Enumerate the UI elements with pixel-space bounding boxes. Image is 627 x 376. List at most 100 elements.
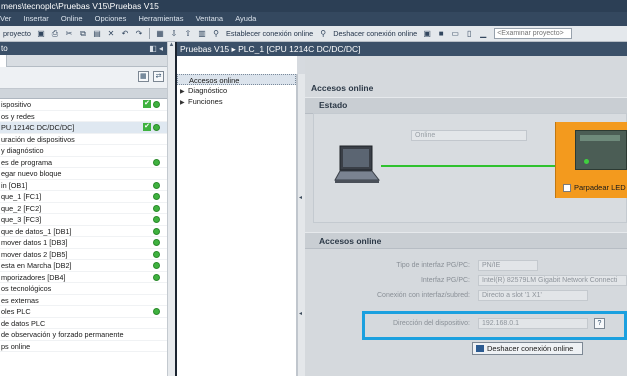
tree-item-label: que_3 [FC3] (1, 215, 42, 224)
nav-item-label: Funciones (188, 97, 223, 106)
tree-scrollbar[interactable]: ▲ (167, 42, 175, 376)
panel-pin-icon[interactable]: ◧ ◂ (149, 42, 163, 55)
delete-icon[interactable]: ✕ (106, 29, 116, 39)
tree-item[interactable]: y diagnóstico (0, 145, 167, 157)
tree-item-label: oles PLC (1, 307, 31, 316)
tree-item[interactable]: mover datos 2 [DB5] (0, 249, 167, 260)
split-horizontal-icon[interactable]: ▭ (450, 29, 460, 39)
redo-icon[interactable]: ↷ (134, 29, 144, 39)
details-icon[interactable]: ⇄ (153, 71, 164, 82)
tree-item[interactable]: mporizadores [DB4] (0, 272, 167, 283)
tree-item[interactable]: uración de dispositivos (0, 134, 167, 145)
menu-ver[interactable]: Ver (0, 12, 11, 26)
tree-item[interactable]: es externas (0, 295, 167, 306)
save-icon[interactable]: ▣ (36, 29, 46, 39)
editor-splitter[interactable]: ◂ ◂ (297, 74, 305, 376)
download-icon[interactable]: ⇩ (169, 29, 179, 39)
project-label[interactable]: proyecto (3, 29, 31, 38)
tree-item[interactable]: que_3 [FC3] (0, 214, 167, 226)
menu-insertar[interactable]: Insertar (23, 12, 48, 26)
nav-item-funciones[interactable]: ▶ Funciones (177, 96, 296, 107)
connect-online-button[interactable]: Establecer conexión online (226, 29, 313, 38)
minimize-icon[interactable]: ▁ (478, 29, 488, 39)
blink-led-checkbox[interactable] (563, 184, 571, 192)
collapse-left-icon[interactable]: ◂ (299, 194, 302, 201)
iface-label: Interfaz PG/PC: (420, 277, 470, 284)
connection-line (381, 165, 557, 167)
undo-icon[interactable]: ↶ (120, 29, 130, 39)
nav-item-accesos-online[interactable]: Accesos online (177, 74, 296, 85)
project-tree: ispositivo ✔ os y redes PU 1214C DC/DC/DC] ✔… (0, 99, 167, 352)
paste-icon[interactable]: ▤ (92, 29, 102, 39)
nav-item-label: Accesos online (189, 76, 240, 85)
expand-arrow-icon[interactable]: ▶ (180, 98, 188, 109)
subnet-field[interactable]: Directo a slot '1 X1' (478, 290, 588, 301)
split-vertical-icon[interactable]: ▯ (464, 29, 474, 39)
nav-item-diagnostico[interactable]: ▶ Diagnóstico (177, 85, 296, 96)
iface-field[interactable]: Intel(R) 82579LM Gigabit Network Connect… (478, 275, 627, 286)
plc-device-icon (575, 130, 627, 170)
tree-item[interactable]: oles PLC (0, 306, 167, 318)
online-ok-icon (153, 101, 160, 108)
menu-herramientas[interactable]: Herramientas (138, 12, 183, 26)
tree-toolbar: ▦ ⇄ (0, 67, 167, 89)
disconnect-online-button-main[interactable]: Deshacer conexión online (472, 342, 583, 355)
tree-item-label: ispositivo (1, 100, 32, 109)
menu-ventana[interactable]: Ventana (196, 12, 224, 26)
disconnect-online-button[interactable]: Deshacer conexión online (333, 29, 417, 38)
disconnect-label: Deshacer conexión online (487, 344, 574, 353)
cut-icon[interactable]: ✂ (64, 29, 74, 39)
scroll-up-icon[interactable]: ▲ (168, 42, 175, 48)
tree-item-label: uración de dispositivos (1, 134, 75, 144)
tree-item[interactable]: es de programa (0, 157, 167, 168)
editor-navigation: Accesos online ▶ Diagnóstico ▶ Funciones (177, 74, 297, 376)
simulate-icon[interactable]: ▥ (197, 29, 207, 39)
stop-icon[interactable]: ■ (436, 29, 446, 39)
tree-item[interactable]: que_2 [FC2] (0, 203, 167, 214)
menu-online[interactable]: Online (61, 12, 83, 26)
copy-icon[interactable]: ⧉ (78, 29, 88, 39)
tree-item[interactable]: mover datos 1 [DB3] (0, 237, 167, 249)
tree-item-label: de datos PLC (1, 318, 46, 328)
compile-icon[interactable]: ▦ (155, 29, 165, 39)
accessible-devices-icon[interactable]: ▣ (422, 29, 432, 39)
menu-opciones[interactable]: Opciones (95, 12, 127, 26)
tree-item[interactable]: de datos PLC (0, 318, 167, 329)
iface-type-field[interactable]: PN/IE (478, 260, 538, 271)
page-title: Accesos online (311, 83, 374, 93)
tree-item[interactable]: os y redes (0, 111, 167, 122)
project-tree-panel: to ◧ ◂ ▦ ⇄ ispositivo ✔ os y redes PU 1214C… (0, 42, 167, 376)
menu-ayuda[interactable]: Ayuda (235, 12, 256, 26)
project-tree-header: to ◧ ◂ (0, 42, 167, 55)
tree-item[interactable]: ps online (0, 341, 167, 352)
tree-item[interactable]: PU 1214C DC/DC/DC] ✔ (0, 122, 167, 134)
project-tree-title: to (1, 44, 8, 53)
tree-item-label: os tecnológicos (1, 284, 52, 293)
online-icon[interactable]: ⚲ (211, 29, 221, 39)
nav-item-label: Diagnóstico (188, 86, 228, 95)
online-ok-icon (153, 273, 160, 281)
tree-item[interactable]: os tecnológicos (0, 283, 167, 295)
tree-item[interactable]: que_1 [FC1] (0, 191, 167, 203)
print-icon[interactable]: ⎙ (50, 29, 60, 39)
offline-icon[interactable]: ⚲ (318, 29, 328, 39)
menu-bar: Ver Insertar Online Opciones Herramienta… (0, 12, 627, 26)
tree-item[interactable]: que de datos_1 [DB1] (0, 226, 167, 237)
tree-item[interactable]: de observación y forzado permanente (0, 329, 167, 341)
tab-devices[interactable] (0, 55, 7, 67)
tree-item[interactable]: egar nuevo bloque (0, 168, 167, 180)
upload-icon[interactable]: ⇧ (183, 29, 193, 39)
editor-breadcrumb: Pruebas V15 ▸ PLC_1 [CPU 1214C DC/DC/DC] (177, 42, 627, 56)
tree-item-label: ps online (1, 341, 31, 351)
tree-item[interactable]: ispositivo ✔ (0, 99, 167, 111)
online-ok-icon (153, 158, 160, 166)
consistent-check-icon: ✔ (143, 100, 151, 108)
project-search-input[interactable] (494, 28, 573, 39)
online-ok-icon (153, 262, 160, 269)
collapse-left-icon[interactable]: ◂ (299, 310, 302, 317)
tree-item[interactable]: esta en Marcha [DB2] (0, 260, 167, 272)
overview-icon[interactable]: ▦ (137, 71, 149, 82)
tree-item[interactable]: in [OB1] (0, 180, 167, 191)
consistent-check-icon: ✔ (143, 123, 151, 131)
tree-item-label: PU 1214C DC/DC/DC] (1, 123, 75, 132)
